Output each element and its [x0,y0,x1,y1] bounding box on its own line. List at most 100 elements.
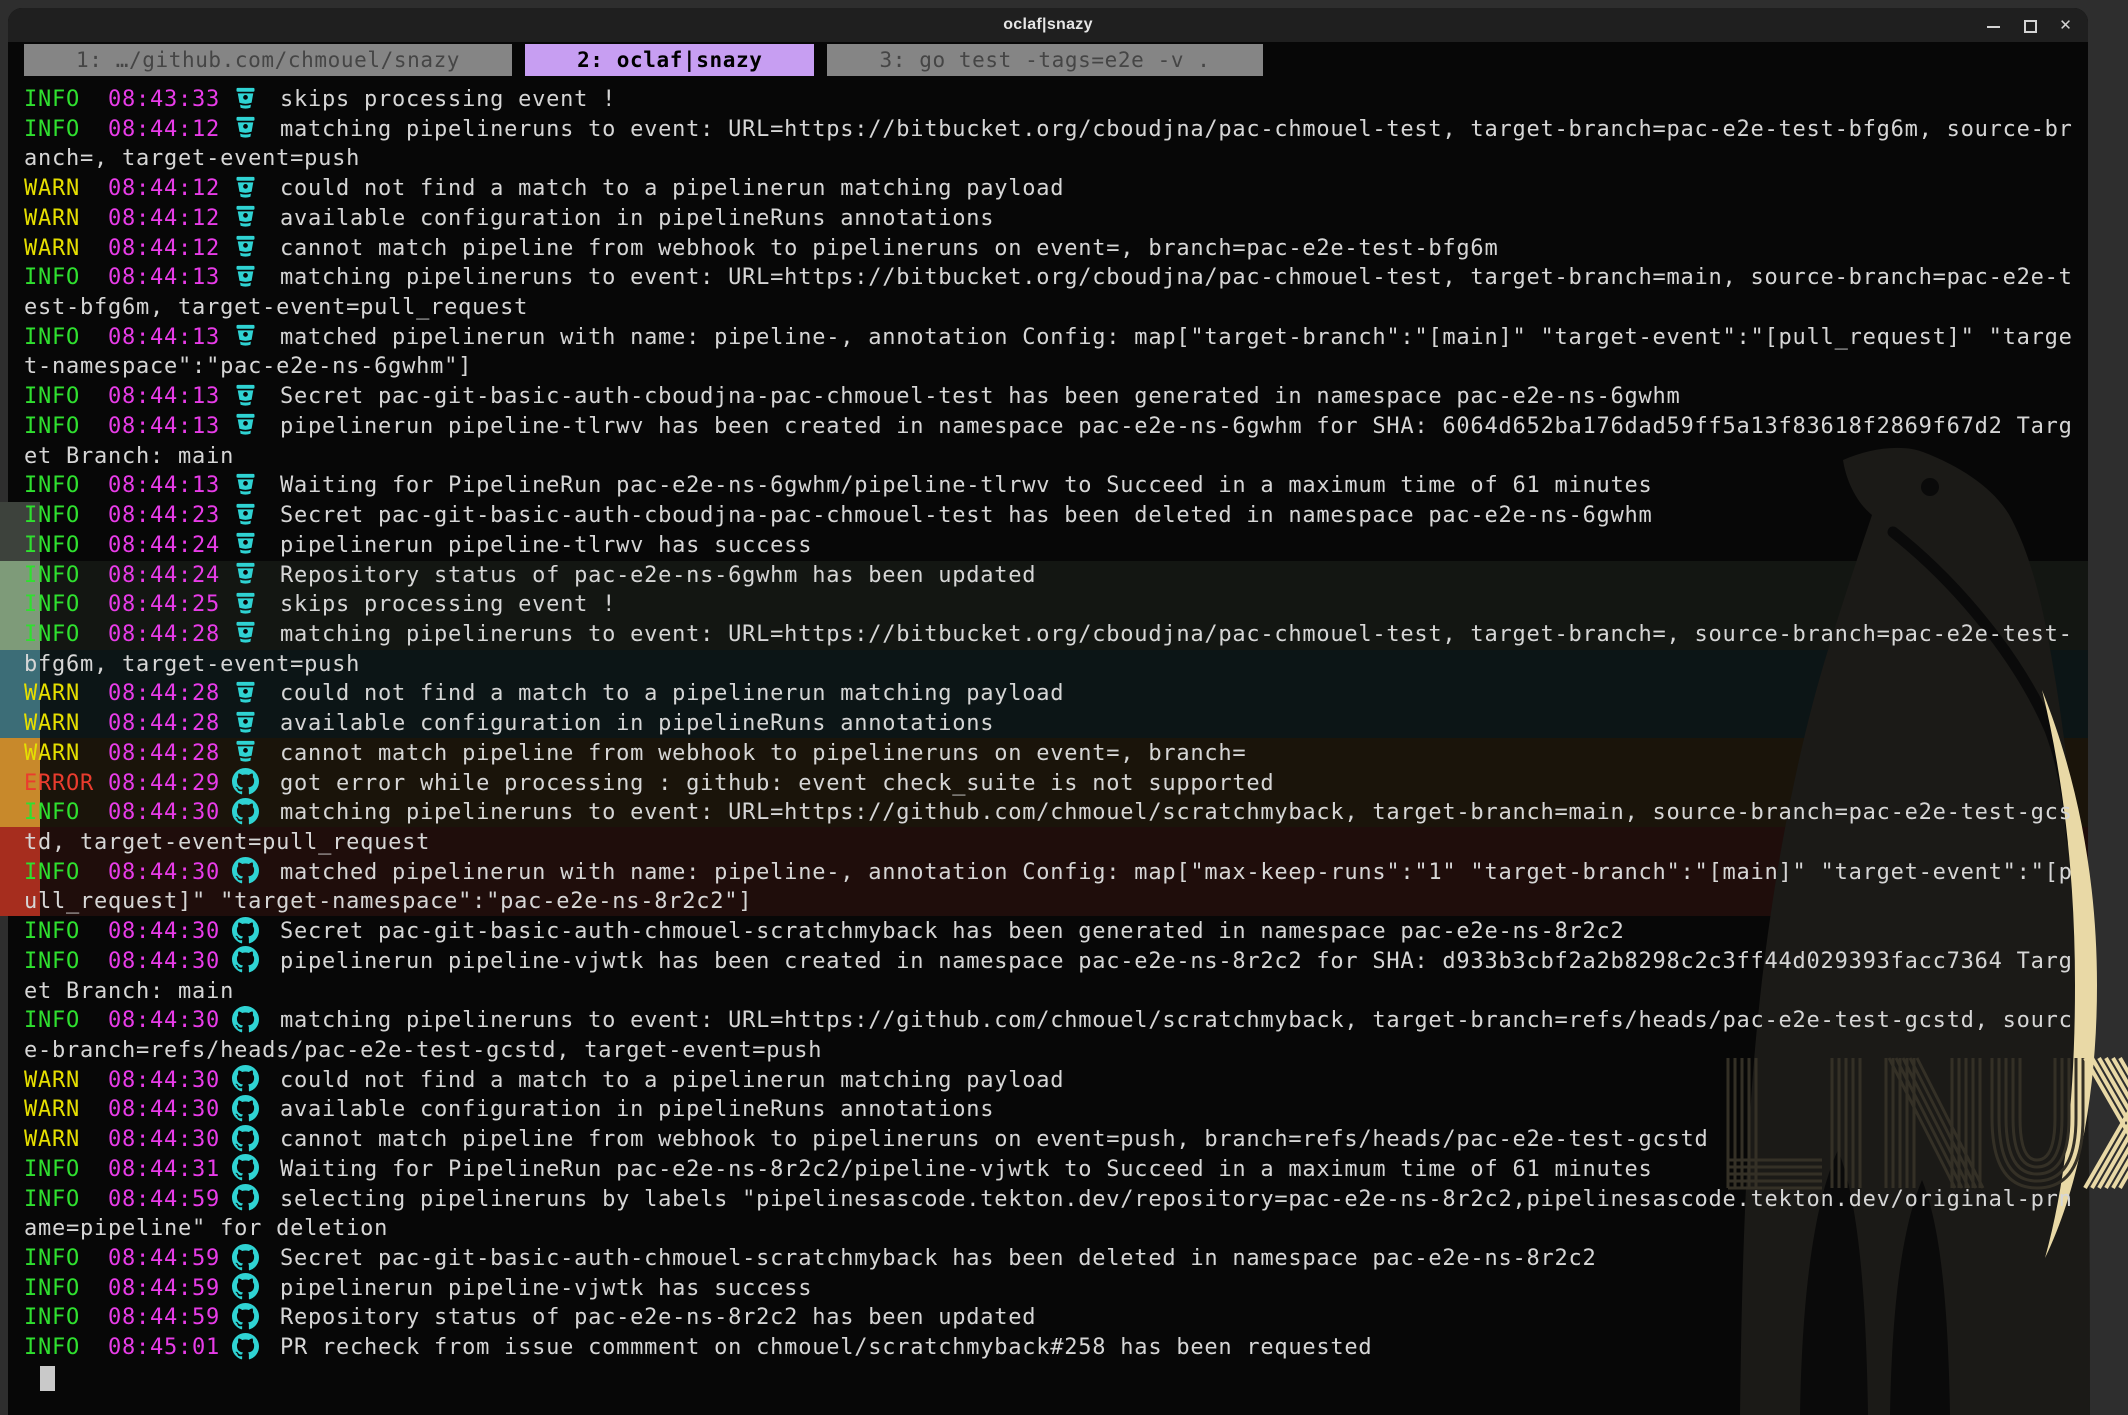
log-level: INFO [24,917,108,947]
log-timestamp: 08:44:30 [108,798,220,828]
terminal-cursor[interactable] [40,1366,55,1391]
log-level: INFO [24,1274,108,1304]
log-row: INFO08:44:13matching pipelineruns to eve… [24,263,2088,293]
log-message: matching pipelineruns to event: URL=http… [280,1008,2073,1033]
log-level: INFO [24,858,108,888]
log-level: INFO [24,947,108,977]
log-message: pipelinerun pipeline-tlrwv has success [280,533,812,558]
log-level: WARN [24,1095,108,1125]
log-row: WARN08:44:28could not find a match to a … [24,679,2088,709]
bitbucket-bucket-icon [220,233,280,260]
window-title: oclaf|snazy [8,8,2088,42]
tab-2[interactable]: 2: oclaf|snazy [525,44,814,76]
tab-1[interactable]: 1: …/github.com/chmouel/snazy [24,44,512,76]
log-row: WARN08:44:12available configuration in p… [24,204,2088,234]
log-message: Repository status of pac-e2e-ns-6gwhm ha… [280,563,1036,588]
log-timestamp: 08:44:31 [108,1155,220,1185]
log-level: INFO [24,412,108,442]
github-octocat-icon [220,768,280,795]
log-row: INFO08:44:24pipelinerun pipeline-tlrwv h… [24,531,2088,561]
log-level: INFO [24,620,108,650]
log-row: INFO08:44:59selecting pipelineruns by la… [24,1185,2088,1215]
log-row: INFO08:44:30 matched pipelinerun with nam… [24,858,2088,888]
log-level: INFO [24,323,108,353]
log-row: ERROR08:44:29 got error while processing … [24,769,2088,799]
log-row: INFO08:44:23Secret pac-git-basic-auth-cb… [24,501,2088,531]
log-row-continuation: bfg6m, target-event=push [24,650,2088,680]
log-level: INFO [24,561,108,591]
github-octocat-icon [220,1333,280,1360]
bitbucket-bucket-icon [220,322,280,349]
close-button[interactable]: ✕ [2059,19,2072,32]
log-row: WARN08:44:30 could not find a match to a … [24,1066,2088,1096]
log-row: INFO08:44:28matching pipelineruns to eve… [24,620,2088,650]
log-row: INFO08:44:30 matching pipelineruns to eve… [24,1006,2088,1036]
log-row: INFO08:44:13Waiting for PipelineRun pac-… [24,471,2088,501]
log-timestamp: 08:44:59 [108,1274,220,1304]
github-octocat-icon [220,1006,280,1033]
log-timestamp: 08:44:29 [108,769,220,799]
log-row: WARN08:44:30available configuration in p… [24,1095,2088,1125]
log-message: pipelinerun pipeline-tlrwv has been crea… [280,414,2073,439]
bitbucket-bucket-icon [220,411,280,438]
log-level: INFO [24,382,108,412]
github-octocat-icon [220,1154,280,1181]
log-message: got error while processing : github: eve… [280,771,1274,796]
log-timestamp: 08:44:30 [108,917,220,947]
log-timestamp: 08:43:33 [108,85,220,115]
log-timestamp: 08:44:28 [108,709,220,739]
log-row: INFO08:44:59 pipelinerun pipeline-vjwtk h… [24,1274,2088,1304]
log-message: pipelinerun pipeline-vjwtk has success [280,1276,812,1301]
log-timestamp: 08:44:30 [108,1125,220,1155]
log-level: INFO [24,501,108,531]
log-message: matched pipelinerun with name: pipeline-… [280,860,2073,885]
log-message: Waiting for PipelineRun pac-e2e-ns-6gwhm… [280,473,1653,498]
log-row: WARN08:44:28 available configuration in p… [24,709,2088,739]
log-row-continuation: e-branch=refs/heads/pac-e2e-test-gcstd, … [24,1036,2088,1066]
github-octocat-icon [220,798,280,825]
log-timestamp: 08:44:25 [108,590,220,620]
log-row: INFO08:44:30pipelinerun pipeline-vjwtk h… [24,947,2088,977]
log-level: ERROR [24,769,108,799]
log-message: cannot match pipeline from webhook to pi… [280,1127,1709,1152]
log-level: WARN [24,174,108,204]
log-row: INFO08:43:33skips processing event ! [24,85,2088,115]
log-level: INFO [24,1006,108,1036]
log-level: INFO [24,1333,108,1363]
log-level: WARN [24,1066,108,1096]
log-timestamp: 08:44:13 [108,323,220,353]
log-level: WARN [24,709,108,739]
github-octocat-icon [220,1273,280,1300]
log-message: Secret pac-git-basic-auth-chmouel-scratc… [280,1246,1596,1271]
log-timestamp: 08:44:59 [108,1303,220,1333]
log-timestamp: 08:44:30 [108,1066,220,1096]
log-row-continuation: anch=, target-event=push [24,144,2088,174]
github-octocat-icon [220,1184,280,1211]
log-level: INFO [24,590,108,620]
log-row-continuation: td, target-event=pull_request [24,828,2088,858]
log-timestamp: 08:44:30 [108,858,220,888]
log-timestamp: 08:45:01 [108,1333,220,1363]
log-row-continuation: ame=pipeline" for deletion [24,1214,2088,1244]
tab-3[interactable]: 3: go test -tags=e2e -v . [827,44,1262,76]
terminal-content[interactable]: INFO08:43:33skips processing event !INFO… [8,78,2088,1415]
log-row: INFO08:44:13pipelinerun pipeline-tlrwv h… [24,412,2088,442]
log-message: available configuration in pipelineRuns … [280,711,994,736]
log-message: cannot match pipeline from webhook to pi… [280,741,1246,766]
log-message: matching pipelineruns to event: URL=http… [280,800,2073,825]
bitbucket-bucket-icon [220,471,280,498]
log-row: INFO08:44:30matching pipelineruns to eve… [24,798,2088,828]
maximize-button[interactable] [2023,19,2036,32]
minimize-button[interactable] [1987,19,2000,32]
log-message: matched pipelinerun with name: pipeline-… [280,325,2073,350]
titlebar[interactable]: oclaf|snazy ✕ [8,8,2088,42]
log-level: WARN [24,234,108,264]
log-message: could not find a match to a pipelinerun … [280,1068,1064,1093]
log-message: matching pipelineruns to event: URL=http… [280,622,2073,647]
log-timestamp: 08:44:30 [108,1006,220,1036]
bitbucket-bucket-icon [220,174,280,201]
log-row: INFO08:44:30Secret pac-git-basic-auth-ch… [24,917,2088,947]
log-level: INFO [24,1303,108,1333]
bitbucket-bucket-icon [220,263,280,290]
log-level: INFO [24,85,108,115]
